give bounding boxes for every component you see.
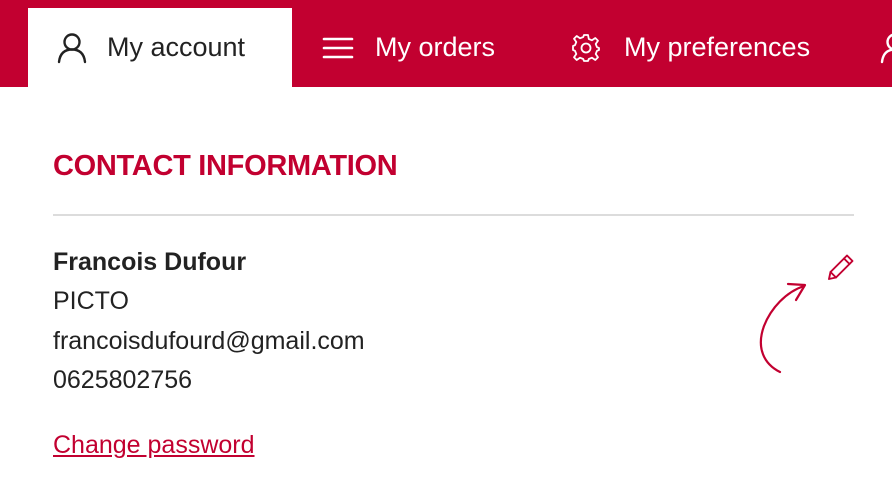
menu-icon [322, 32, 354, 64]
tab-overflow[interactable] [880, 8, 892, 87]
user-icon [56, 32, 88, 64]
user-icon [880, 32, 892, 64]
tab-my-preferences[interactable]: My preferences [570, 8, 810, 87]
contact-phone: 0625802756 [53, 366, 193, 394]
tab-my-account[interactable]: My account [28, 8, 292, 87]
account-page: My account My orders My preferences CONT… [0, 0, 892, 499]
section-title: CONTACT INFORMATION [53, 150, 398, 182]
tab-my-account-label: My account [107, 32, 246, 62]
tab-my-orders-label: My orders [375, 32, 496, 62]
tab-my-orders[interactable]: My orders [322, 8, 495, 87]
section-divider [53, 214, 854, 216]
contact-name: Francois Dufour [53, 248, 247, 276]
tab-my-preferences-label: My preferences [624, 32, 811, 62]
contact-email: francoisdufourd@gmail.com [53, 327, 365, 355]
annotation-arrow-icon [759, 282, 807, 374]
account-tab-bar: My account My orders My preferences [0, 0, 892, 87]
change-password-link[interactable]: Change password [53, 431, 255, 460]
pencil-icon[interactable] [826, 252, 856, 282]
gear-icon [570, 32, 602, 64]
contact-company: PICTO [53, 287, 129, 315]
